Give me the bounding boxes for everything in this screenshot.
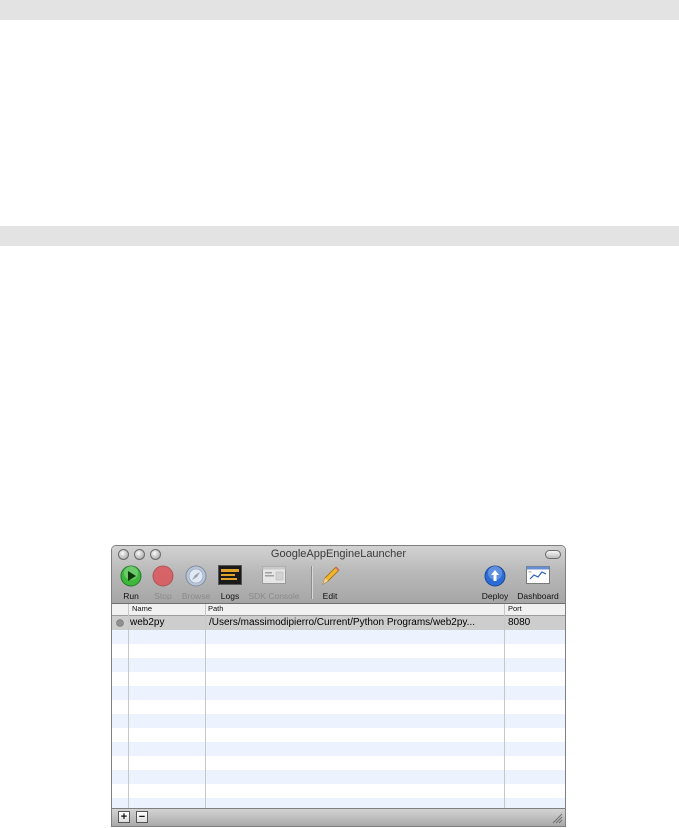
empty-row [112,658,565,672]
empty-row [112,700,565,714]
dashboard-label: Dashboard [517,591,559,601]
sdk-console-icon [262,566,286,584]
table-row[interactable]: web2py /Users/massimodipierro/Current/Py… [112,616,565,630]
table-header: Name Path Port [112,604,565,616]
sdk-console-label: SDK Console [248,591,300,601]
logs-console-icon [218,565,242,585]
add-project-button[interactable]: + [118,811,130,823]
empty-row [112,672,565,686]
dashboard-chart-icon [526,566,550,584]
deploy-button[interactable]: Deploy [480,565,510,601]
run-label: Run [123,591,139,601]
stop-label: Stop [154,591,172,601]
edit-button[interactable]: Edit [317,565,343,601]
deploy-label: Deploy [481,591,509,601]
browse-button[interactable]: Browse [179,565,213,601]
empty-row [112,644,565,658]
column-divider [128,604,129,809]
edit-label: Edit [322,591,338,601]
stop-button[interactable]: Stop [149,565,177,601]
empty-row [112,784,565,798]
play-icon [120,565,142,587]
stop-icon [152,565,174,587]
empty-row [112,728,565,742]
run-button[interactable]: Run [116,565,146,601]
empty-row [112,630,565,644]
dashboard-button[interactable]: Dashboard [514,565,562,601]
column-divider [205,604,206,809]
empty-row [112,742,565,756]
column-header-port[interactable]: Port [508,604,522,613]
toolbar-toggle-button[interactable] [545,550,561,559]
empty-row [112,756,565,770]
column-header-path[interactable]: Path [208,604,223,613]
window-footer: + − [112,808,565,826]
top-gray-band [0,0,679,20]
logs-label: Logs [220,591,240,601]
empty-row [112,686,565,700]
column-divider [504,604,505,809]
toolbar-separator [311,566,312,599]
project-list[interactable]: web2py /Users/massimodipierro/Current/Py… [112,616,565,812]
window-title: GoogleAppEngineLauncher [270,548,407,560]
resize-grip-icon[interactable] [551,812,563,824]
row-name: web2py [130,617,165,628]
empty-row [112,770,565,784]
middle-gray-band [0,226,679,246]
row-port: 8080 [508,617,531,628]
column-header-name[interactable]: Name [132,604,152,613]
row-path: /Users/massimodipierro/Current/Python Pr… [209,617,476,628]
launcher-window: GoogleAppEngineLauncher Run Stop Browse … [111,545,566,827]
browse-label: Browse [181,591,211,601]
compass-icon [185,565,207,587]
status-dot-icon [116,619,124,627]
toolbar: GoogleAppEngineLauncher Run Stop Browse … [112,546,565,604]
upload-arrow-icon [484,565,506,587]
empty-row [112,714,565,728]
remove-project-button[interactable]: − [136,811,148,823]
sdk-console-button[interactable]: SDK Console [246,565,302,601]
pencil-icon [322,566,340,585]
logs-button[interactable]: Logs [216,565,244,601]
